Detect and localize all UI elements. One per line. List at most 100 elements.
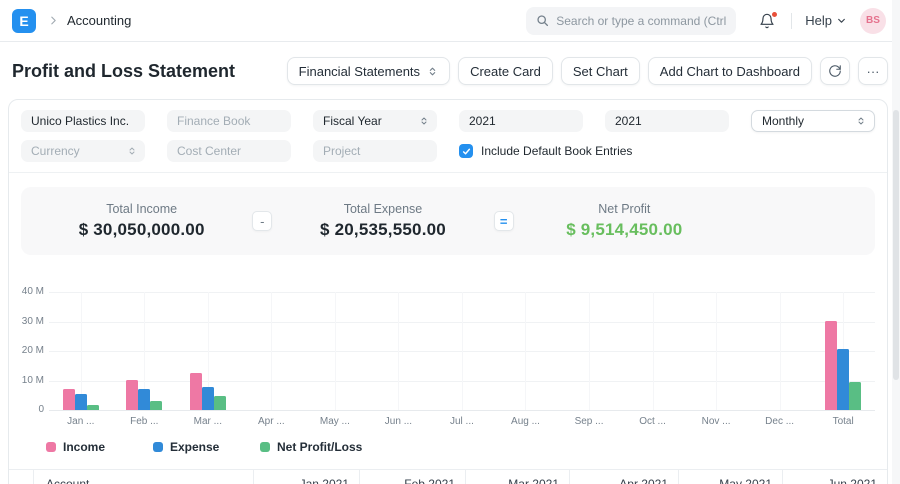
currency-filter-select[interactable]: Currency bbox=[21, 140, 145, 162]
column-header-jun-2021[interactable]: Jun 2021 bbox=[783, 470, 887, 484]
y-axis-tick: 10 M bbox=[21, 374, 44, 386]
x-axis-label: Total bbox=[832, 416, 854, 427]
chart-legend: Income Expense Net Profit/Loss bbox=[46, 440, 875, 454]
periodicity-value: Monthly bbox=[762, 114, 805, 128]
legend-swatch-icon bbox=[260, 442, 270, 452]
cost-center-filter-input[interactable] bbox=[167, 140, 291, 162]
global-search[interactable] bbox=[526, 6, 737, 35]
page-scrollbar[interactable] bbox=[892, 0, 900, 484]
notification-dot bbox=[771, 10, 779, 18]
finance-book-filter-input[interactable] bbox=[167, 110, 291, 132]
column-header-apr-2021[interactable]: Apr 2021 bbox=[570, 470, 679, 484]
vertical-gridline bbox=[652, 292, 654, 410]
company-filter-input[interactable] bbox=[21, 110, 145, 132]
total-expense-summary: Total Expense $ 20,535,550.00 bbox=[272, 202, 493, 240]
summary-section: Total Income $ 30,050,000.00 - Total Exp… bbox=[21, 187, 875, 255]
x-axis-label: May ... bbox=[319, 416, 350, 427]
x-axis-label: Nov ... bbox=[701, 416, 731, 427]
bar-net-profit-loss[interactable] bbox=[86, 405, 99, 410]
menu-button[interactable]: ··· bbox=[858, 57, 888, 85]
bar-expense[interactable] bbox=[138, 388, 151, 410]
column-header-mar-2021[interactable]: Mar 2021 bbox=[466, 470, 570, 484]
filters-section: Fiscal Year Monthly Currency Include Def bbox=[9, 100, 887, 173]
create-card-button[interactable]: Create Card bbox=[458, 57, 553, 85]
chevron-down-icon bbox=[838, 18, 845, 23]
total-expense-value: $ 20,535,550.00 bbox=[320, 220, 446, 239]
x-axis-label: Jun ... bbox=[384, 416, 413, 427]
vertical-gridline bbox=[525, 292, 527, 410]
report-select-button[interactable]: Financial Statements bbox=[286, 57, 451, 85]
legend-item-net-profit-loss[interactable]: Net Profit/Loss bbox=[260, 440, 367, 454]
bar-group-jan bbox=[49, 292, 113, 410]
bar-income[interactable] bbox=[189, 373, 202, 410]
help-label: Help bbox=[805, 13, 832, 28]
y-axis-tick: 20 M bbox=[21, 344, 44, 356]
vertical-gridline bbox=[461, 292, 463, 410]
periodicity-filter-select[interactable]: Monthly bbox=[751, 110, 875, 132]
breadcrumb-chevron-icon bbox=[49, 16, 58, 25]
include-default-book-entries-checkbox[interactable] bbox=[459, 144, 473, 158]
bar-income[interactable] bbox=[62, 388, 75, 410]
minus-operator-icon: - bbox=[252, 211, 273, 231]
bar-group-oct bbox=[621, 292, 685, 410]
bar-group-aug bbox=[494, 292, 558, 410]
from-year-filter-input[interactable] bbox=[459, 110, 583, 132]
legend-item-expense[interactable]: Expense bbox=[153, 440, 260, 454]
report-select-label: Financial Statements bbox=[298, 63, 421, 79]
add-chart-to-dashboard-button[interactable]: Add Chart to Dashboard bbox=[647, 57, 812, 85]
to-year-filter-input[interactable] bbox=[605, 110, 729, 132]
report-card: Fiscal Year Monthly Currency Include Def bbox=[8, 99, 888, 484]
bar-income[interactable] bbox=[825, 321, 838, 410]
net-profit-summary: Net Profit $ 9,514,450.00 bbox=[514, 202, 865, 240]
bar-group-sep bbox=[557, 292, 621, 410]
legend-label: Net Profit/Loss bbox=[277, 440, 363, 454]
fiscal-year-value: Fiscal Year bbox=[323, 114, 382, 128]
page-actions: Financial Statements Create Card Set Cha… bbox=[286, 57, 888, 85]
scrollbar-thumb[interactable] bbox=[893, 110, 899, 380]
bar-group-mar bbox=[176, 292, 240, 410]
checkbox-label[interactable]: Include Default Book Entries bbox=[481, 144, 632, 158]
x-axis-label: Apr ... bbox=[258, 416, 285, 427]
legend-item-income[interactable]: Income bbox=[46, 440, 153, 454]
bar-expense[interactable] bbox=[201, 387, 214, 410]
column-header-jan-2021[interactable]: Jan 2021 bbox=[254, 470, 360, 484]
select-chevrons-icon bbox=[129, 147, 135, 155]
y-axis-tick: 30 M bbox=[21, 315, 44, 327]
navbar: E Accounting Help BS bbox=[0, 0, 900, 42]
help-menu[interactable]: Help bbox=[805, 13, 846, 28]
page-head: Profit and Loss Statement Financial Stat… bbox=[0, 42, 900, 99]
legend-swatch-icon bbox=[153, 442, 163, 452]
column-header-may-2021[interactable]: May 2021 bbox=[679, 470, 783, 484]
bar-expense[interactable] bbox=[837, 349, 850, 410]
notifications-bell-icon[interactable] bbox=[756, 10, 779, 32]
net-profit-value: $ 9,514,450.00 bbox=[566, 220, 683, 239]
fiscal-year-filter-select[interactable]: Fiscal Year bbox=[313, 110, 437, 132]
vertical-gridline bbox=[334, 292, 336, 410]
x-axis-label: Dec ... bbox=[765, 416, 795, 427]
legend-label: Expense bbox=[170, 440, 220, 454]
x-axis-label: Feb ... bbox=[130, 416, 159, 427]
app-logo-icon[interactable]: E bbox=[12, 8, 36, 33]
column-header-account[interactable]: Account bbox=[34, 470, 254, 484]
profit-loss-chart: 40 M 30 M 20 M 10 M 0 Jan ... Feb ... Mar ... A… bbox=[21, 286, 875, 454]
x-axis-label: Oct ... bbox=[639, 416, 666, 427]
refresh-icon bbox=[829, 65, 841, 77]
x-axis-label: Aug ... bbox=[511, 416, 540, 427]
breadcrumb-accounting[interactable]: Accounting bbox=[67, 13, 131, 28]
column-header-feb-2021[interactable]: Feb 2021 bbox=[360, 470, 466, 484]
project-filter-input[interactable] bbox=[313, 140, 437, 162]
set-chart-button[interactable]: Set Chart bbox=[560, 57, 640, 85]
bar-expense[interactable] bbox=[74, 393, 87, 410]
total-income-value: $ 30,050,000.00 bbox=[78, 220, 205, 239]
refresh-button[interactable] bbox=[820, 57, 850, 85]
bar-net-profit-loss[interactable] bbox=[213, 395, 226, 410]
bar-income[interactable] bbox=[126, 379, 139, 410]
search-input[interactable] bbox=[556, 13, 727, 28]
chart-plot-area: 40 M 30 M 20 M 10 M 0 bbox=[22, 286, 875, 415]
user-avatar[interactable]: BS bbox=[860, 7, 886, 34]
bar-group-apr bbox=[240, 292, 304, 410]
bar-net-profit-loss[interactable] bbox=[150, 401, 163, 410]
chart-x-axis: Jan ... Feb ... Mar ... Apr ... May ... Jun .… bbox=[49, 410, 875, 427]
bar-group-jul bbox=[430, 292, 494, 410]
bar-net-profit-loss[interactable] bbox=[849, 381, 862, 410]
